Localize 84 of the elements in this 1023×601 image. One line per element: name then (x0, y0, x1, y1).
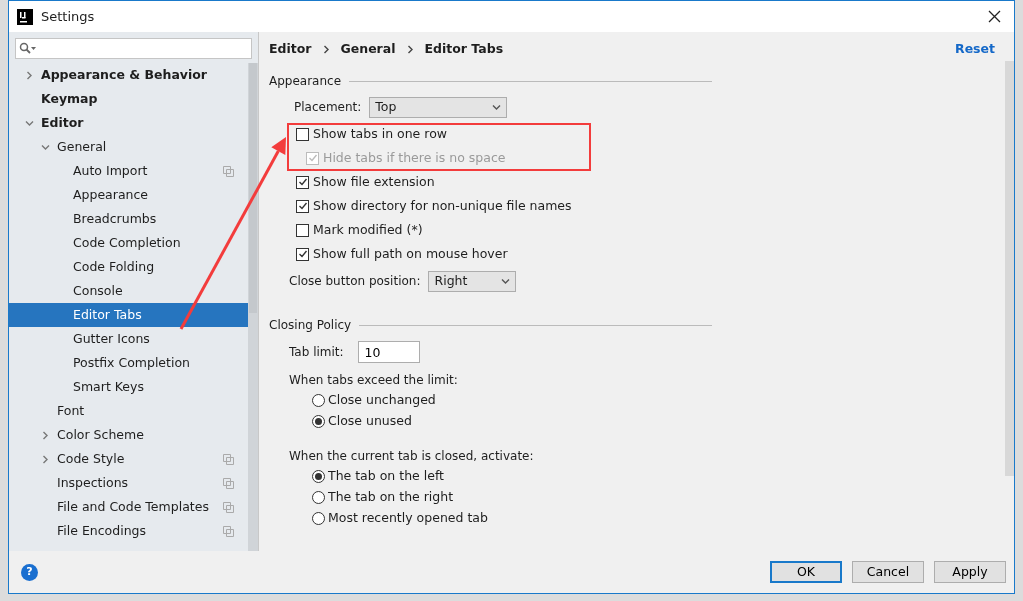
tree-item[interactable]: Appearance (9, 183, 248, 207)
tree-item[interactable]: General (9, 135, 248, 159)
search-icon (19, 42, 37, 55)
app-logo-icon (17, 8, 33, 25)
tree-item[interactable]: Font (9, 399, 248, 423)
tree-item[interactable]: Auto Import (9, 159, 248, 183)
chevron-right-icon (321, 44, 331, 54)
copy-icon (223, 525, 234, 537)
checkbox[interactable] (296, 247, 309, 261)
tree-item[interactable]: Code Folding (9, 255, 248, 279)
checkbox[interactable] (296, 199, 309, 213)
help-button[interactable]: ? (21, 563, 38, 581)
chevron-down-icon[interactable] (40, 142, 50, 152)
tree-item[interactable]: Color Scheme (9, 423, 248, 447)
radio-label: The tab on the left (328, 467, 444, 486)
breadcrumb-link[interactable]: Editor (269, 39, 312, 59)
copy-icon (223, 165, 234, 177)
tree-item[interactable]: Code Style (9, 447, 248, 471)
text-field[interactable]: 10 (357, 341, 420, 363)
check-icon (297, 201, 308, 211)
tree-item[interactable]: Editor Tabs (9, 303, 248, 327)
section-title: Closing Policy (269, 317, 352, 334)
reset-link[interactable]: Reset (955, 39, 995, 59)
checkbox[interactable] (296, 223, 309, 237)
chevron-down-icon[interactable] (24, 118, 34, 128)
radio-button[interactable] (312, 512, 325, 525)
check-icon (297, 177, 308, 187)
radio-label: Most recently opened tab (328, 509, 488, 528)
tree-item[interactable]: Postfix Completion (9, 351, 248, 375)
check-icon (307, 153, 318, 163)
tree-item[interactable]: File and Code Templates (9, 495, 248, 519)
scrollbar[interactable] (248, 63, 258, 551)
dropdown[interactable]: Top (369, 96, 508, 118)
group-label: When tabs exceed the limit: (289, 372, 458, 389)
radio-label: Close unused (328, 412, 412, 431)
close-icon (987, 10, 1001, 23)
dialog-button[interactable]: OK (770, 561, 842, 583)
chevron-right-icon[interactable] (40, 430, 50, 440)
field-label: Tab limit: (289, 344, 344, 361)
checkbox-label: Mark modified (*) (313, 220, 423, 239)
checkbox-label: Show directory for non-unique file names (313, 196, 572, 215)
checkbox[interactable] (296, 127, 309, 141)
window-title: Settings (41, 7, 95, 26)
breadcrumb-link[interactable]: General (340, 39, 396, 59)
tree-item[interactable]: File Encodings (9, 519, 248, 543)
tree-item[interactable]: Console (9, 279, 248, 303)
tree-item[interactable]: Appearance & Behavior (9, 63, 248, 87)
tree-item[interactable]: Keymap (9, 87, 248, 111)
chevron-down-icon[interactable] (501, 276, 511, 286)
section-title: Appearance (269, 73, 342, 90)
chevron-down-icon[interactable] (492, 102, 502, 112)
dialog-button[interactable]: Cancel (852, 561, 924, 583)
tree-item[interactable]: Code Completion (9, 231, 248, 255)
dropdown[interactable]: Right (428, 270, 517, 292)
search-field[interactable] (15, 38, 252, 59)
checkbox-label: Show tabs in one row (313, 124, 448, 143)
tree-item[interactable]: Gutter Icons (9, 327, 248, 351)
scrollbar[interactable] (1005, 61, 1014, 476)
chevron-right-icon[interactable] (24, 70, 34, 80)
field-label: Close button position: (289, 273, 421, 290)
copy-icon (223, 477, 234, 489)
chevron-right-icon (405, 44, 415, 54)
group-label: When the current tab is closed, activate: (289, 448, 534, 465)
radio-button[interactable] (312, 470, 325, 483)
field-label: Placement: (294, 99, 362, 116)
radio-label: The tab on the right (328, 488, 454, 507)
tree-item[interactable]: Smart Keys (9, 375, 248, 399)
tree-item[interactable]: Inspections (9, 471, 248, 495)
copy-icon (223, 453, 234, 465)
checkbox-label: Hide tabs if there is no space (323, 148, 506, 167)
check-icon (297, 249, 308, 259)
checkbox-label: Show full path on mouse hover (313, 244, 508, 263)
copy-icon (223, 501, 234, 513)
dialog-button[interactable]: Apply (934, 561, 1006, 583)
chevron-right-icon[interactable] (40, 454, 50, 464)
radio-button[interactable] (312, 415, 325, 428)
radio-button[interactable] (312, 394, 325, 407)
radio-label: Close unchanged (328, 391, 436, 410)
radio-button[interactable] (312, 491, 325, 504)
breadcrumb-link[interactable]: Editor Tabs (424, 39, 504, 59)
checkbox[interactable] (296, 175, 309, 189)
tree-item[interactable]: Breadcrumbs (9, 207, 248, 231)
tree-item[interactable]: Editor (9, 111, 248, 135)
checkbox-label: Show file extension (313, 172, 435, 191)
